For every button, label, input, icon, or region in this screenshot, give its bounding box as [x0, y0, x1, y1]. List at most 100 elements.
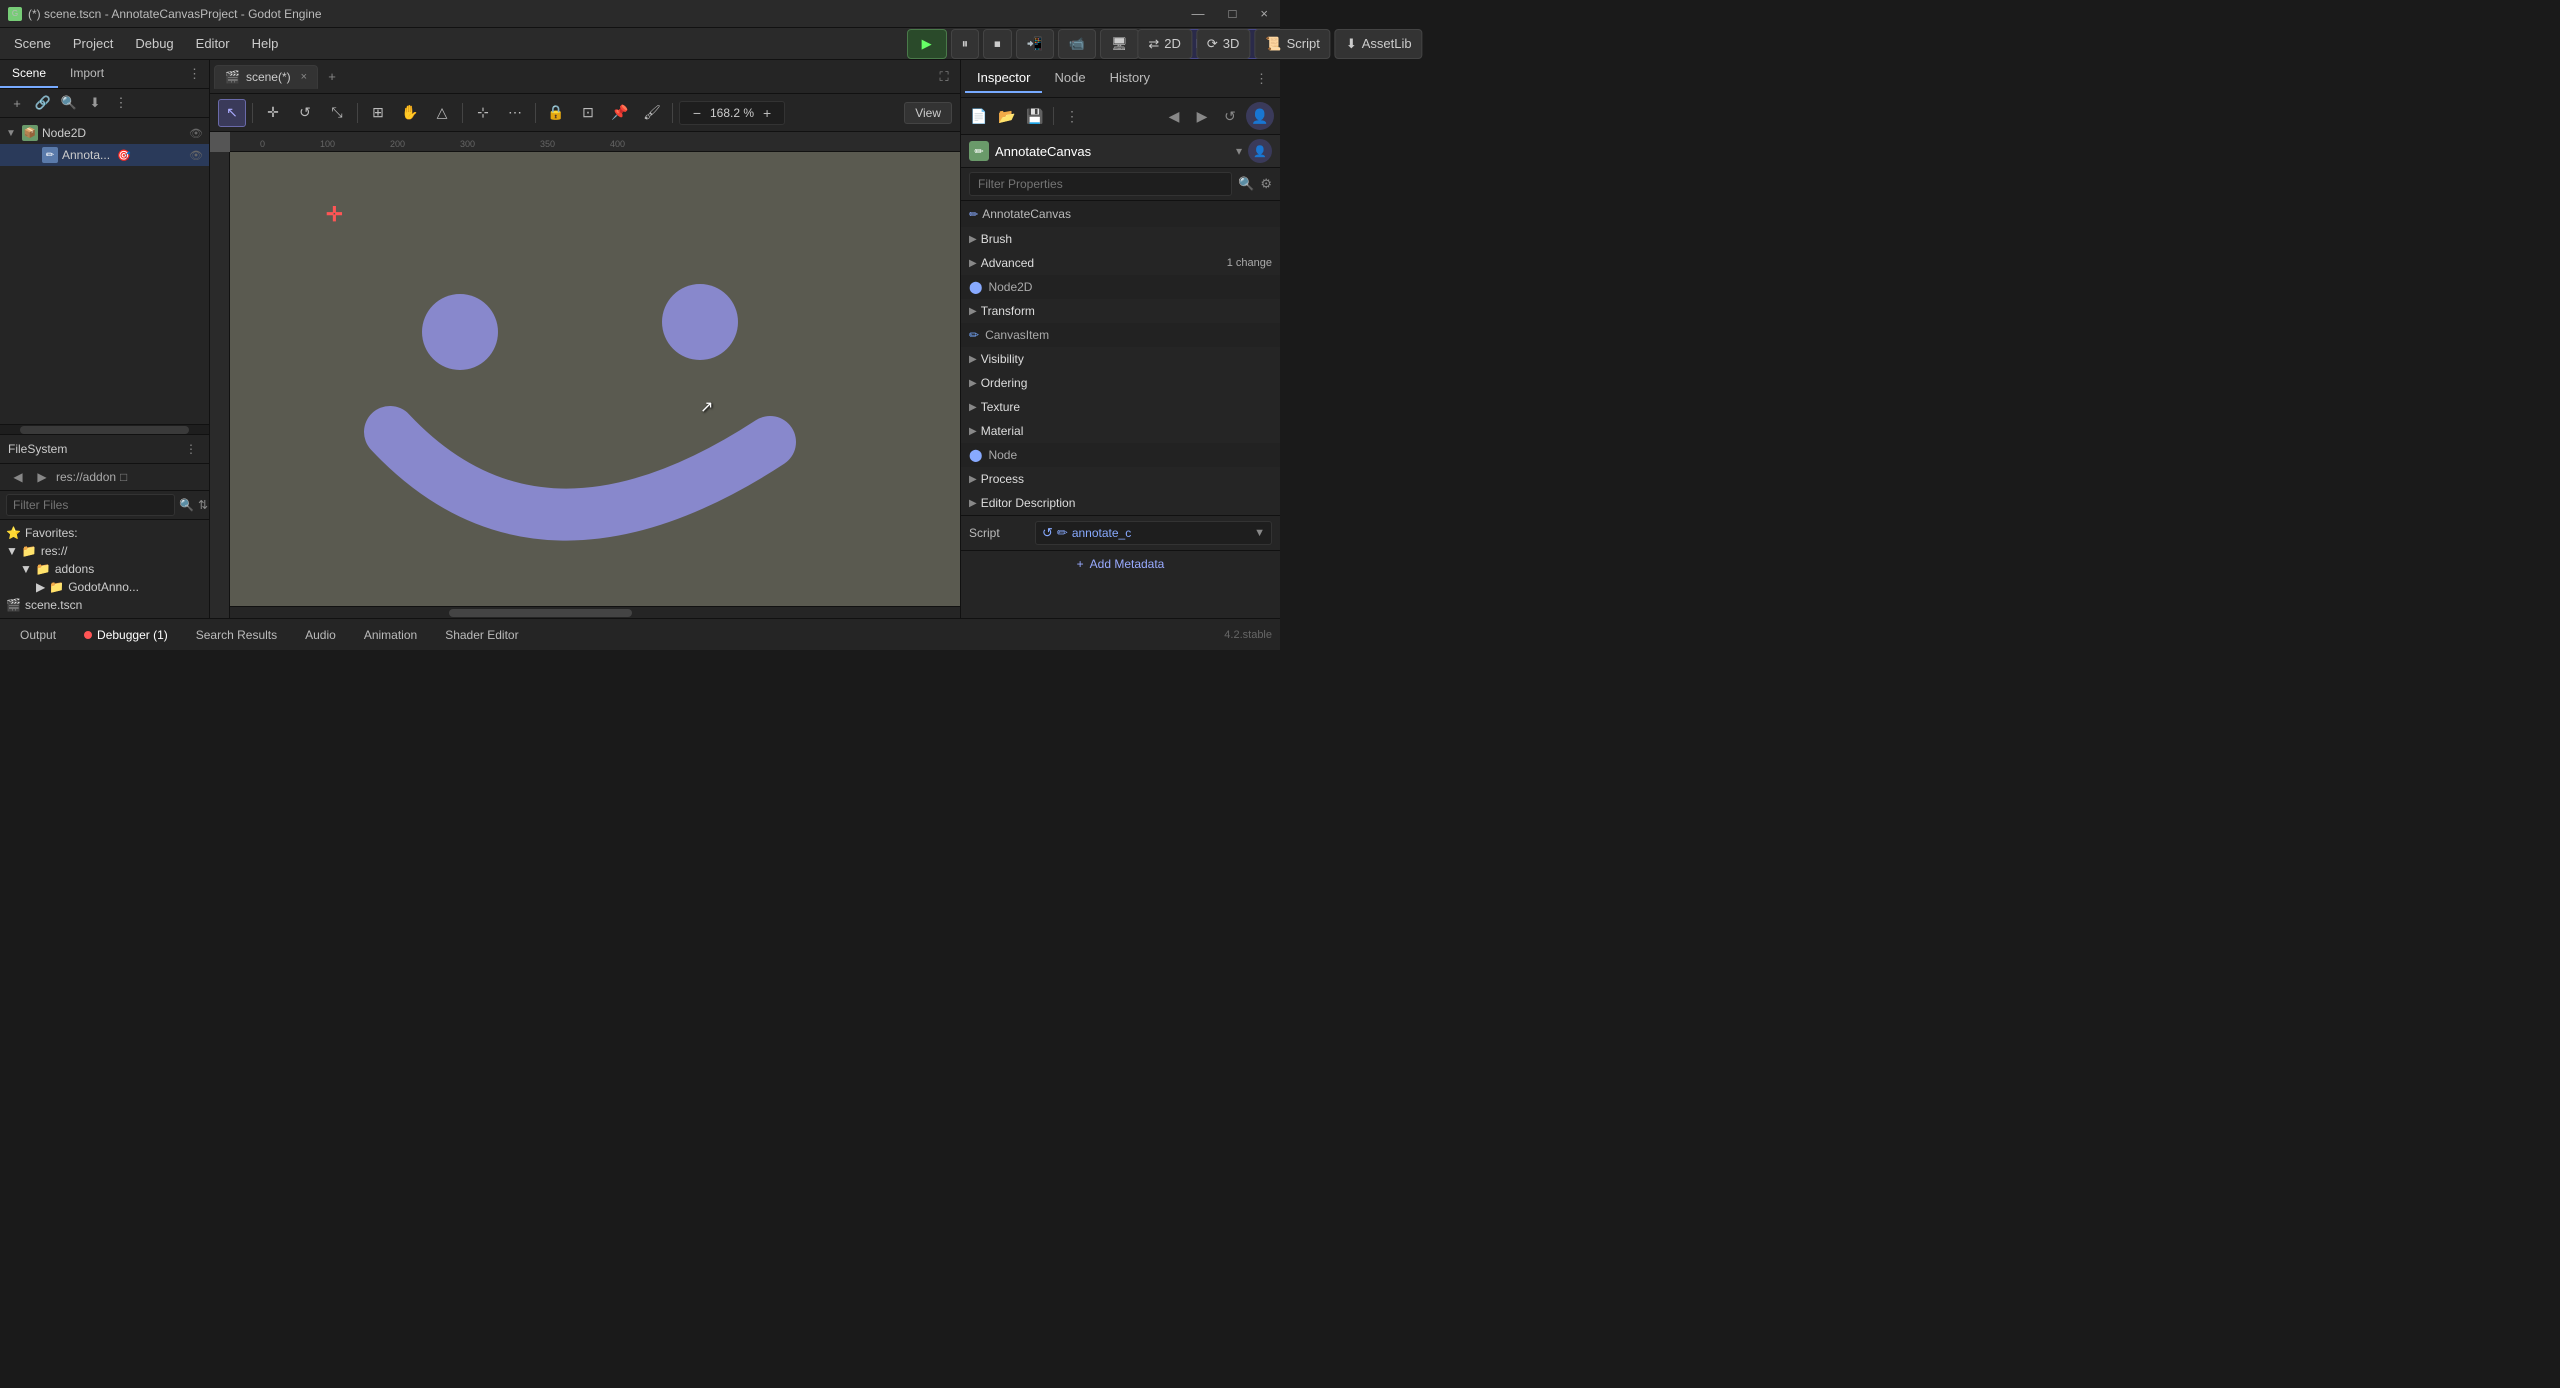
filesystem-search-input[interactable]: [6, 494, 175, 516]
scene-tab-close-button[interactable]: ×: [301, 71, 307, 83]
maximize-button[interactable]: □: [1225, 6, 1241, 21]
scene-tree-scrollbar[interactable]: [0, 424, 209, 434]
menu-help[interactable]: Help: [242, 32, 289, 55]
open-folder-button[interactable]: 📂: [995, 104, 1019, 128]
rotate-tool-button[interactable]: ↺: [291, 99, 319, 127]
texture-section[interactable]: ▶ Texture: [961, 395, 1280, 419]
mode-2d-button[interactable]: ⇄ 2D: [1137, 29, 1192, 59]
script-button[interactable]: 📜 Script: [1254, 29, 1330, 59]
material-section[interactable]: ▶ Material: [961, 419, 1280, 443]
pan-tool-button[interactable]: ✋: [396, 99, 424, 127]
editor-description-section[interactable]: ▶ Editor Description: [961, 491, 1280, 515]
brush-section[interactable]: ▶ Brush: [961, 227, 1280, 251]
scene-options-button[interactable]: ⋮: [110, 92, 132, 114]
visibility-icon-annotate[interactable]: 👁: [189, 149, 203, 162]
filesystem-options-button[interactable]: ⋮: [181, 439, 201, 459]
filter-options-icon[interactable]: ⚙: [1260, 176, 1272, 192]
node-avatar[interactable]: 👤: [1248, 139, 1272, 163]
menu-editor[interactable]: Editor: [186, 32, 240, 55]
deploy-button[interactable]: 🖥: [1100, 29, 1139, 59]
canvas-tab-scene[interactable]: 🎬 scene(*) ×: [214, 65, 318, 89]
move-tool-button[interactable]: ✛: [259, 99, 287, 127]
bottom-tab-audio[interactable]: Audio: [293, 624, 348, 646]
movie-button[interactable]: 📹: [1058, 29, 1096, 59]
visibility-icon-node2d[interactable]: 👁: [189, 127, 203, 140]
tab-import[interactable]: Import: [58, 60, 116, 88]
tab-inspector[interactable]: Inspector: [965, 64, 1042, 93]
pause-button[interactable]: ⏸: [951, 29, 980, 59]
minimize-button[interactable]: —: [1188, 6, 1209, 21]
visibility-section[interactable]: ▶ Visibility: [961, 347, 1280, 371]
mode-3d-button[interactable]: ⟳ 3D: [1196, 29, 1251, 59]
breadcrumb-forward-button[interactable]: ▶: [32, 467, 52, 487]
menu-scene[interactable]: Scene: [4, 32, 61, 55]
menu-project[interactable]: Project: [63, 32, 123, 55]
zoom-out-button[interactable]: −: [688, 104, 706, 122]
add-metadata-button[interactable]: + Add Metadata: [961, 550, 1280, 577]
history-forward-button[interactable]: ▶: [1190, 104, 1214, 128]
tree-item-annotatecanvas[interactable]: ✏ Annota... 🎯 👁: [0, 144, 209, 166]
fs-item-godotanno[interactable]: ▶ 📁 GodotAnno...: [0, 578, 209, 596]
tab-node[interactable]: Node: [1042, 64, 1097, 93]
pivot-button[interactable]: ⊞: [364, 99, 392, 127]
pin-button[interactable]: 📌: [606, 99, 634, 127]
select-tool-button[interactable]: ↖: [218, 99, 246, 127]
filter-search-icon[interactable]: 🔍: [1238, 176, 1254, 192]
tree-item-node2d[interactable]: ▼ 📦 Node2D 👁: [0, 122, 209, 144]
node-selector[interactable]: ✏ AnnotateCanvas ▾ 👤: [961, 135, 1280, 168]
link-node-button[interactable]: 🔗: [32, 92, 54, 114]
view-button[interactable]: View: [904, 102, 952, 124]
script-value[interactable]: ↺ ✏ annotate_c ▼: [1035, 521, 1272, 545]
snap-options-button[interactable]: ⋯: [501, 99, 529, 127]
snap-grid-button[interactable]: ⊹: [469, 99, 497, 127]
zoom-in-button[interactable]: +: [758, 104, 776, 122]
canvas-scrollbar-horizontal[interactable]: [230, 606, 960, 618]
tab-history[interactable]: History: [1098, 64, 1162, 93]
filter-scene-button[interactable]: ⬇: [84, 92, 106, 114]
close-button[interactable]: ×: [1256, 6, 1272, 21]
filter-properties-input[interactable]: [969, 172, 1232, 196]
fs-item-scene[interactable]: 🎬 scene.tscn: [0, 596, 209, 614]
group-button[interactable]: ⊡: [574, 99, 602, 127]
ruler-tool-button[interactable]: △: [428, 99, 456, 127]
folder-icon-godotanno: 📁: [49, 580, 64, 594]
save-button[interactable]: 💾: [1023, 104, 1047, 128]
filesystem-search-icon[interactable]: 🔍: [179, 495, 194, 515]
assetlib-button[interactable]: ⬇ AssetLib: [1335, 29, 1423, 59]
history-back-button[interactable]: ◀: [1162, 104, 1186, 128]
bottom-tab-animation[interactable]: Animation: [352, 624, 429, 646]
transform-section[interactable]: ▶ Transform: [961, 299, 1280, 323]
fs-item-res[interactable]: ▼ 📁 res://: [0, 542, 209, 560]
bottom-tab-debugger[interactable]: Debugger (1): [72, 624, 180, 646]
remote-debug-button[interactable]: 📲: [1016, 29, 1054, 59]
new-file-button[interactable]: 📄: [967, 104, 991, 128]
breadcrumb-back-button[interactable]: ◀: [8, 467, 28, 487]
process-section[interactable]: ▶ Process: [961, 467, 1280, 491]
add-node-button[interactable]: +: [6, 92, 28, 114]
search-scene-button[interactable]: 🔍: [58, 92, 80, 114]
fs-item-addons[interactable]: ▼ 📁 addons: [0, 560, 209, 578]
inspector-menu-button[interactable]: ⋮: [1247, 65, 1276, 93]
panel-menu-icon[interactable]: ⋮: [180, 60, 209, 88]
add-tab-button[interactable]: +: [320, 65, 344, 89]
inspector-options-button[interactable]: ⋮: [1060, 104, 1084, 128]
paint-button[interactable]: 🖌: [638, 99, 666, 127]
ordering-section[interactable]: ▶ Ordering: [961, 371, 1280, 395]
scale-tool-button[interactable]: ⤡: [323, 99, 351, 127]
advanced-section[interactable]: ▶ Advanced 1 change: [961, 251, 1280, 275]
fullscreen-button[interactable]: ⛶: [932, 65, 956, 89]
favorites-header[interactable]: ⭐ Favorites:: [0, 524, 209, 542]
tab-scene[interactable]: Scene: [0, 60, 58, 88]
canvas-viewport[interactable]: 0 100 200 300 350 400: [210, 132, 960, 618]
filesystem-sort-button[interactable]: ⇅: [198, 495, 208, 515]
refresh-button[interactable]: ↺: [1218, 104, 1242, 128]
remote-button[interactable]: 👤: [1246, 102, 1274, 130]
run-button[interactable]: ▶: [907, 29, 947, 59]
bottom-tab-output[interactable]: Output: [8, 624, 68, 646]
bottom-tab-search[interactable]: Search Results: [184, 624, 289, 646]
bottom-tab-shader[interactable]: Shader Editor: [433, 624, 530, 646]
menu-debug[interactable]: Debug: [125, 32, 183, 55]
lock-button[interactable]: 🔒: [542, 99, 570, 127]
node-selector-dropdown[interactable]: ▾: [1236, 144, 1242, 158]
stop-button[interactable]: ⏹: [983, 29, 1012, 59]
